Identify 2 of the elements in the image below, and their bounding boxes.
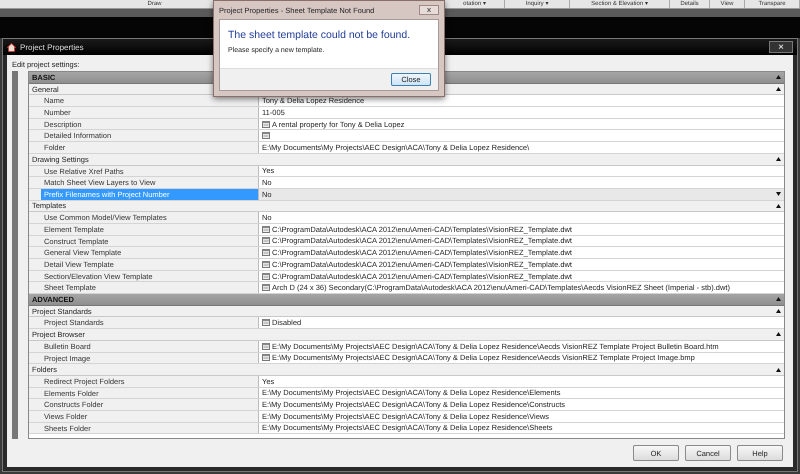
window-title: Project Properties (20, 42, 84, 52)
alert-heading: The sheet template could not be found. (227, 28, 412, 43)
